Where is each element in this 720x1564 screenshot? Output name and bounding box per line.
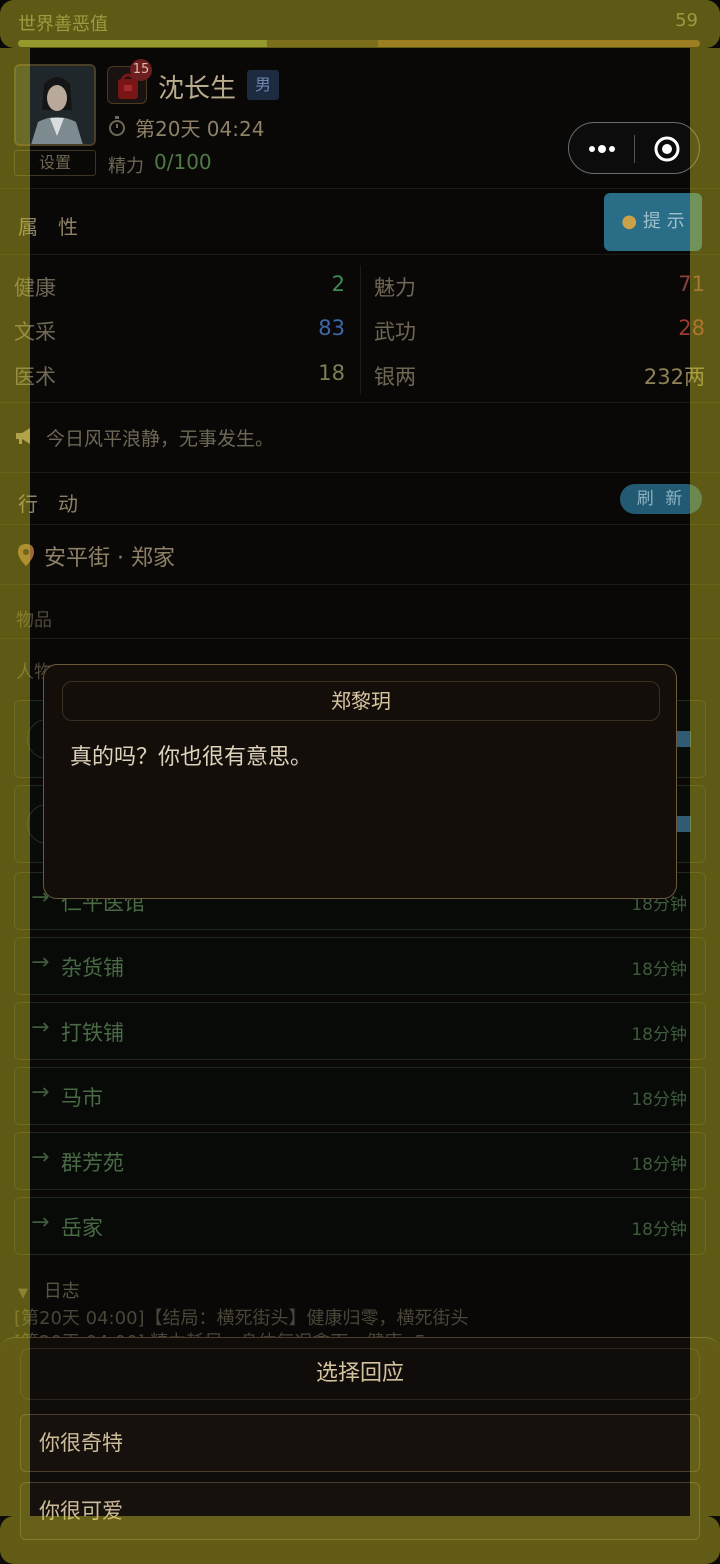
log-entry: [第20天 04:00]【结局：横死街头】健康归零，横死街头 xyxy=(14,1308,469,1329)
arrow-right-icon: → xyxy=(31,1210,50,1235)
play-icon[interactable] xyxy=(677,816,691,832)
divider xyxy=(0,472,720,473)
player-name: 沈长生 xyxy=(158,74,237,104)
energy-label: 精力 xyxy=(108,156,144,177)
settings-button[interactable]: 设置 xyxy=(14,150,96,176)
arrow-right-icon: → xyxy=(31,1080,50,1105)
player-avatar[interactable] xyxy=(14,64,96,146)
divider xyxy=(0,188,720,189)
karma-good-fill xyxy=(18,40,268,47)
travel-time: 18分钟 xyxy=(631,1025,687,1045)
world-karma-label: 世界善恶值 xyxy=(18,14,108,35)
dialog-text: 真的吗？你也很有意思。 xyxy=(70,745,313,770)
response-panel: 选择回应 你很奇特 你很可爱 xyxy=(0,1337,720,1564)
items-label: 物品 xyxy=(16,610,52,631)
divider xyxy=(0,524,720,525)
stopwatch-icon xyxy=(109,116,125,136)
stat-charm-label: 魅力 xyxy=(374,276,416,300)
arrow-right-icon: → xyxy=(31,1145,50,1170)
stats-column-divider xyxy=(360,265,361,395)
divider xyxy=(0,584,720,585)
more-icon[interactable] xyxy=(581,135,623,163)
action-title: 行动 xyxy=(18,492,98,516)
destination-name: 打铁铺 xyxy=(61,1021,124,1045)
stat-literary-label: 文采 xyxy=(14,320,56,344)
stat-silver-value: 232两 xyxy=(643,365,705,389)
hint-button[interactable]: ● 提 示 xyxy=(604,193,702,251)
close-target-icon[interactable] xyxy=(653,135,681,163)
stat-literary-value: 83 xyxy=(318,316,345,340)
portrait-image xyxy=(16,66,94,144)
stat-medicine-label: 医术 xyxy=(14,365,56,389)
world-karma-value: 59 xyxy=(675,10,698,31)
destination-name: 岳家 xyxy=(61,1216,103,1240)
travel-time: 18分钟 xyxy=(631,1090,687,1110)
arrow-right-icon: → xyxy=(31,1015,50,1040)
log-toggle[interactable]: ▼ 日志 xyxy=(18,1277,80,1303)
bag-count-badge: 15 xyxy=(130,59,152,81)
stat-martial-label: 武功 xyxy=(374,320,416,344)
play-icon[interactable] xyxy=(677,731,691,747)
capsule-divider xyxy=(634,135,635,163)
destination-name: 马市 xyxy=(61,1086,103,1110)
response-option[interactable]: 你很奇特 xyxy=(20,1414,700,1472)
stat-health-value: 2 xyxy=(331,272,345,296)
dialog-box: 郑黎玥 真的吗？你也很有意思。 xyxy=(43,664,677,899)
response-title: 选择回应 xyxy=(20,1348,700,1400)
highlight-overlay-right xyxy=(690,48,720,1516)
response-option[interactable]: 你很可爱 xyxy=(20,1482,700,1540)
destination-row[interactable]: → 杂货铺 18分钟 xyxy=(14,937,706,995)
megaphone-icon xyxy=(16,428,30,444)
arrow-right-icon: → xyxy=(31,950,50,975)
refresh-button[interactable]: 刷 新 xyxy=(620,484,702,514)
gender-badge: 男 xyxy=(247,70,279,100)
destination-name: 群芳苑 xyxy=(61,1151,124,1175)
destination-name: 杂货铺 xyxy=(61,956,124,980)
stat-charm-value: 71 xyxy=(678,272,705,296)
energy-value: 0/100 xyxy=(154,150,212,174)
destination-row[interactable]: → 打铁铺 18分钟 xyxy=(14,1002,706,1060)
travel-time: 18分钟 xyxy=(631,1155,687,1175)
stat-silver-label: 银两 xyxy=(374,365,416,389)
divider xyxy=(0,638,720,639)
caret-down-icon: ▼ xyxy=(18,1286,28,1301)
world-karma-bar xyxy=(18,40,700,47)
travel-time: 18分钟 xyxy=(631,960,687,980)
hint-label: 提 示 xyxy=(642,211,685,232)
stat-martial-value: 28 xyxy=(678,316,705,340)
divider xyxy=(0,402,720,403)
divider xyxy=(0,254,720,255)
karma-evil-fill xyxy=(378,40,700,47)
destination-row[interactable]: → 马市 18分钟 xyxy=(14,1067,706,1125)
daily-notice: 今日风平浪静，无事发生。 xyxy=(46,428,275,450)
lightbulb-icon: ● xyxy=(621,211,638,232)
miniprogram-capsule xyxy=(568,122,700,174)
stat-medicine-value: 18 xyxy=(318,361,345,385)
day-time: 第20天 04:24 xyxy=(135,117,265,141)
log-title: 日志 xyxy=(43,1281,80,1302)
attributes-title: 属性 xyxy=(18,215,98,239)
destination-row[interactable]: → 岳家 18分钟 xyxy=(14,1197,706,1255)
travel-time: 18分钟 xyxy=(631,1220,687,1240)
location-pin-icon xyxy=(18,544,34,566)
current-location: 安平街 · 郑家 xyxy=(44,546,175,571)
dialog-speaker: 郑黎玥 xyxy=(62,681,660,721)
stat-health-label: 健康 xyxy=(14,276,56,300)
destination-row[interactable]: → 群芳苑 18分钟 xyxy=(14,1132,706,1190)
